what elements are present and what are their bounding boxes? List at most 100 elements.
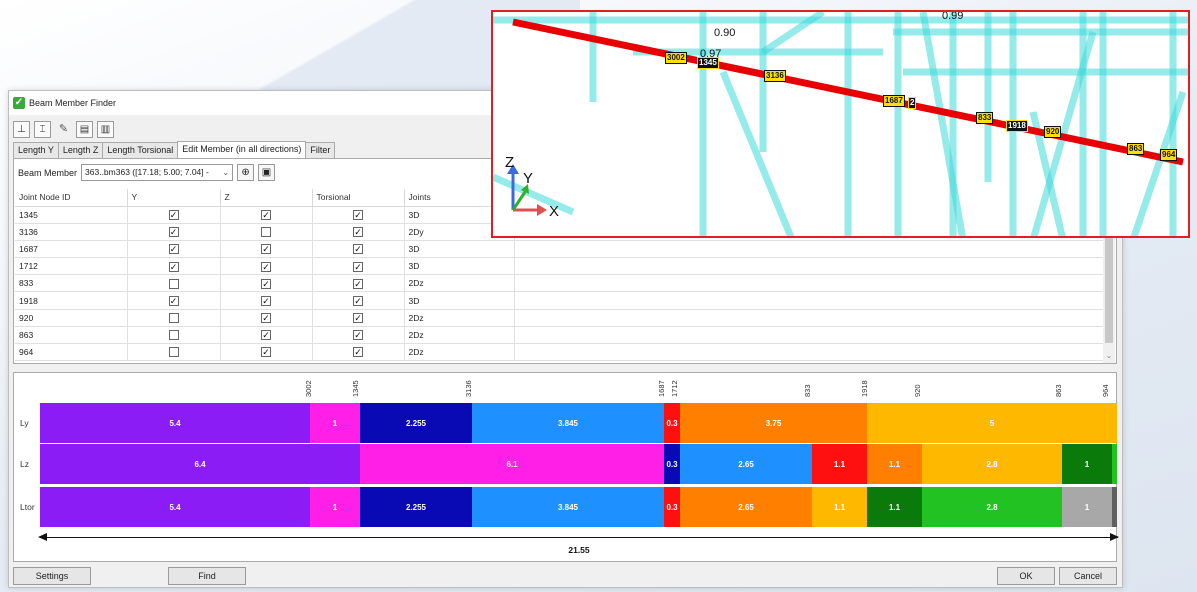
- length-segment: 2.65: [680, 487, 812, 527]
- beam-member-select[interactable]: 363..bm363 ([17.18; 5.00; 7.04] - ⌄: [81, 164, 234, 181]
- row-label: Lz: [20, 459, 29, 469]
- table-row[interactable]: 863 ✓ ✓ 2Dz: [15, 326, 1105, 345]
- torsional-checkbox[interactable]: ✓: [353, 244, 363, 255]
- node-label[interactable]: 1918: [1006, 120, 1028, 132]
- table-row[interactable]: 1712 ✓ ✓ ✓ 3D: [15, 257, 1105, 276]
- z-checkbox[interactable]: ✓: [261, 278, 271, 289]
- torsional-checkbox[interactable]: ✓: [353, 313, 363, 324]
- support-icon[interactable]: ⊥: [13, 121, 30, 138]
- z-checkbox[interactable]: ✓: [261, 261, 271, 272]
- node-label[interactable]: 964: [1160, 149, 1178, 161]
- node-label[interactable]: 3002: [665, 52, 687, 64]
- torsional-checkbox[interactable]: ✓: [353, 227, 363, 238]
- zoom-icon[interactable]: ⊕: [237, 164, 255, 181]
- tab-bar: Length Y Length Z Length Torsional Edit …: [13, 141, 336, 158]
- z-checkbox[interactable]: ✓: [261, 330, 271, 341]
- y-checkbox[interactable]: ✓: [168, 227, 179, 238]
- tab-length-z[interactable]: Length Z: [57, 142, 104, 158]
- y-checkbox[interactable]: ✓: [168, 261, 179, 272]
- z-checkbox[interactable]: [261, 227, 271, 238]
- toolbar: ⊥ ⌶ ✎ ▤ ▥: [13, 121, 114, 139]
- length-segment: 2.255: [360, 487, 472, 527]
- table-row[interactable]: 1687 ✓ ✓ ✓ 3D: [15, 240, 1105, 259]
- torsional-cell: ✓: [312, 240, 405, 259]
- length-segment: 5.4: [40, 487, 310, 527]
- joint-node-id-cell: 1712: [15, 257, 128, 276]
- node-label[interactable]: 863: [1127, 143, 1145, 155]
- length-segment: 1.1: [812, 487, 867, 527]
- table-row[interactable]: 1918 ✓ ✓ ✓ 3D: [15, 291, 1105, 310]
- table-row[interactable]: 920 ✓ ✓ 2Dz: [15, 309, 1105, 327]
- scroll-down-icon[interactable]: ⌄: [1103, 351, 1115, 363]
- ok-button[interactable]: OK: [997, 567, 1055, 585]
- torsional-cell: ✓: [312, 309, 405, 327]
- length-segment: 3.845: [472, 403, 664, 443]
- length-segment: 2.255: [360, 403, 472, 443]
- settings-button[interactable]: Settings: [13, 567, 91, 585]
- joint-node-id-cell: 833: [15, 274, 128, 293]
- import-icon[interactable]: ▥: [97, 121, 114, 138]
- node-tick-label: 863: [1054, 384, 1063, 397]
- select-graphic-icon[interactable]: ▣: [258, 164, 276, 181]
- y-checkbox[interactable]: [168, 347, 179, 358]
- torsional-checkbox[interactable]: ✓: [353, 209, 363, 220]
- empty-cell: [514, 240, 1105, 259]
- tab-edit-member[interactable]: Edit Member (in all directions): [177, 141, 307, 158]
- length-segment: 1.1: [867, 444, 922, 484]
- z-checkbox[interactable]: ✓: [261, 295, 271, 306]
- node-tick-label: 1712: [670, 380, 679, 397]
- table-row[interactable]: 833 ✓ ✓ 2Dz: [15, 274, 1105, 293]
- length-segment: 0.3: [664, 487, 680, 527]
- tab-length-torsional[interactable]: Length Torsional: [102, 142, 179, 158]
- row-label: Ltor: [20, 502, 35, 512]
- export-icon[interactable]: ▤: [76, 121, 93, 138]
- col-z[interactable]: Z: [220, 189, 313, 207]
- torsional-checkbox[interactable]: ✓: [353, 330, 363, 341]
- length-segment: 5: [867, 403, 1117, 443]
- 3d-view-overlay: 3002 1345 3136 1687 2 833 1918 920 863 964 0.90 0…: [491, 10, 1190, 238]
- z-checkbox[interactable]: ✓: [261, 244, 271, 255]
- col-y[interactable]: Y: [127, 189, 221, 207]
- col-joint-node-id[interactable]: Joint Node ID: [15, 189, 128, 207]
- length-segment: 2.8: [922, 444, 1062, 484]
- axis-y-label: Y: [523, 170, 534, 187]
- y-checkbox[interactable]: [168, 330, 179, 341]
- tab-length-y[interactable]: Length Y: [13, 142, 59, 158]
- brush-icon[interactable]: ✎: [55, 121, 72, 138]
- col-torsional[interactable]: Torsional: [312, 189, 405, 207]
- joint-node-id-cell: 1345: [15, 206, 128, 224]
- y-checkbox[interactable]: [168, 278, 179, 289]
- empty-cell: [514, 309, 1105, 327]
- node-label[interactable]: 920: [1044, 126, 1062, 138]
- z-cell: ✓: [220, 274, 313, 293]
- y-cell: ✓: [127, 223, 221, 241]
- length-diagram: 3002 1345 3136 1687 1712 833 1918 920 863 964 Ly 5.…: [13, 372, 1119, 562]
- tab-filter[interactable]: Filter: [305, 142, 336, 158]
- z-checkbox[interactable]: ✓: [261, 347, 271, 358]
- node-label[interactable]: 2: [908, 97, 917, 109]
- length-segment: 1: [1062, 487, 1112, 527]
- torsional-checkbox[interactable]: ✓: [353, 278, 363, 289]
- y-checkbox[interactable]: ✓: [168, 244, 179, 255]
- z-checkbox[interactable]: ✓: [261, 313, 271, 324]
- joints-cell: 2Dz: [404, 309, 515, 327]
- empty-cell: [514, 326, 1105, 345]
- dialog-title: Beam Member Finder: [29, 98, 117, 108]
- y-checkbox[interactable]: [168, 313, 179, 324]
- y-checkbox[interactable]: ✓: [168, 295, 179, 306]
- z-checkbox[interactable]: ✓: [261, 209, 271, 220]
- table-row[interactable]: 964 ✓ ✓ 2Dz: [15, 343, 1105, 362]
- find-button[interactable]: Find: [168, 567, 246, 585]
- cancel-button[interactable]: Cancel: [1059, 567, 1117, 585]
- node-label[interactable]: 1687: [883, 95, 905, 107]
- beam-edit-icon[interactable]: ⌶: [34, 121, 51, 138]
- torsional-checkbox[interactable]: ✓: [353, 261, 363, 272]
- node-label[interactable]: 3136: [764, 70, 786, 82]
- torsional-checkbox[interactable]: ✓: [353, 347, 363, 358]
- node-label[interactable]: 833: [976, 112, 994, 124]
- joint-node-id-cell: 920: [15, 309, 128, 327]
- arrow-left-icon: [38, 533, 47, 541]
- y-checkbox[interactable]: ✓: [168, 209, 179, 220]
- torsional-checkbox[interactable]: ✓: [353, 295, 363, 306]
- node-tick-label: 833: [803, 384, 812, 397]
